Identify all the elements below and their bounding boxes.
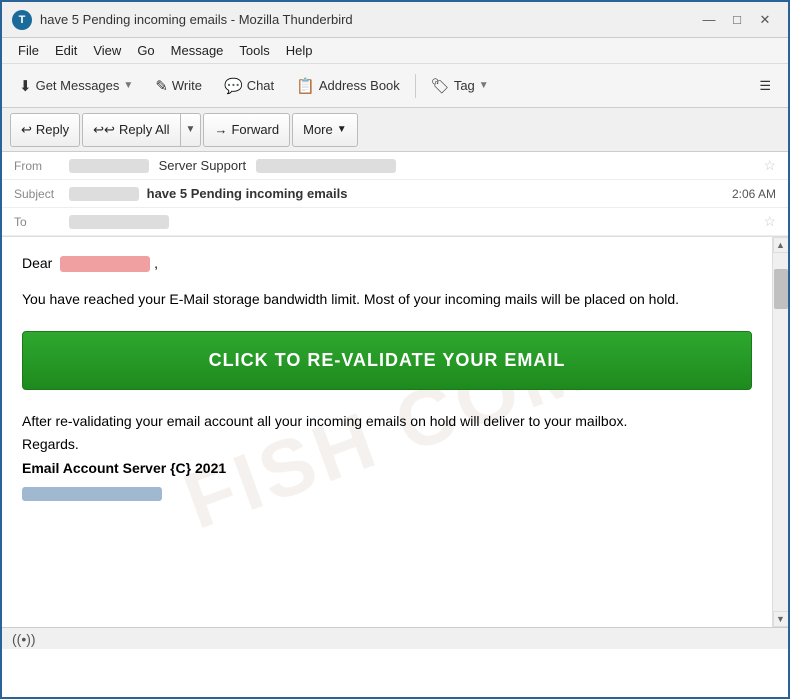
scroll-down-button[interactable]: ▼: [773, 611, 789, 627]
title-bar: T have 5 Pending incoming emails - Mozil…: [2, 2, 788, 38]
dear-line: Dear ,: [22, 255, 752, 272]
action-toolbar: ↩ Reply ↩↩ Reply All ▼ → Forward More ▼: [2, 108, 788, 152]
main-toolbar: ⬇ Get Messages ▼ ✎ Write 💬 Chat 📋 Addres…: [2, 64, 788, 108]
minimize-button[interactable]: —: [696, 9, 722, 31]
sender-name: Email Account Server {C} 2021: [22, 457, 752, 481]
scroll-up-button[interactable]: ▲: [773, 237, 789, 253]
to-label: To: [14, 215, 69, 229]
maximize-button[interactable]: □: [724, 9, 750, 31]
reply-button[interactable]: ↩ Reply: [10, 113, 80, 147]
tag-label: Tag: [454, 78, 475, 93]
get-messages-dropdown-icon[interactable]: ▼: [123, 80, 133, 91]
body-paragraph-1: You have reached your E-Mail storage ban…: [22, 288, 752, 310]
from-value: Server Support: [69, 158, 757, 174]
reply-all-label: Reply All: [119, 122, 170, 137]
hamburger-icon: ☰: [759, 78, 771, 94]
get-messages-icon: ⬇: [19, 77, 32, 95]
dear-text: Dear: [22, 255, 52, 271]
close-button[interactable]: ✕: [752, 9, 778, 31]
address-book-label: Address Book: [319, 78, 400, 93]
email-header: From Server Support ☆ Subject have 5 Pen…: [2, 152, 788, 237]
menu-view[interactable]: View: [85, 40, 129, 61]
to-value: [69, 214, 757, 230]
hamburger-menu-button[interactable]: ☰: [750, 70, 780, 102]
address-book-button[interactable]: 📋 Address Book: [287, 70, 409, 102]
reply-all-dropdown-button[interactable]: ▼: [180, 113, 202, 147]
chat-icon: 💬: [224, 77, 243, 95]
from-name: Server Support: [159, 158, 246, 173]
star-icon[interactable]: ☆: [763, 157, 776, 174]
forward-label: Forward: [231, 122, 279, 137]
email-timestamp: 2:06 AM: [732, 187, 776, 201]
write-button[interactable]: ✎ Write: [146, 70, 211, 102]
from-blurred-address: [256, 159, 396, 173]
from-row: From Server Support ☆: [2, 152, 788, 180]
email-body-content: Dear , You have reached your E-Mail stor…: [22, 255, 752, 501]
body-footer: After re-validating your email account a…: [22, 410, 752, 501]
get-messages-label: Get Messages: [36, 78, 120, 93]
address-book-icon: 📋: [296, 77, 315, 95]
chat-button[interactable]: 💬 Chat: [215, 70, 283, 102]
to-row: To ☆: [2, 208, 788, 236]
tag-dropdown-icon: ▼: [479, 80, 489, 91]
write-icon: ✎: [155, 77, 168, 95]
scrollbar[interactable]: ▲ ▼: [772, 237, 788, 627]
reply-all-dropdown-icon: ▼: [186, 124, 196, 135]
body-paragraph-2: After re-validating your email account a…: [22, 410, 752, 434]
chat-label: Chat: [247, 78, 274, 93]
app-icon: T: [12, 10, 32, 30]
tag-icon: 🏷: [431, 77, 450, 95]
toolbar-separator: [415, 74, 416, 98]
status-icon: ((•)): [12, 631, 36, 647]
menu-edit[interactable]: Edit: [47, 40, 85, 61]
from-blurred-email: [69, 159, 149, 173]
sender-blurred-bar: [22, 487, 162, 501]
subject-text: have 5 Pending incoming emails: [147, 186, 348, 201]
to-star-icon[interactable]: ☆: [763, 213, 776, 230]
email-body-wrapper: FISH COM Dear , You have reached your E-…: [2, 237, 788, 627]
more-button[interactable]: More ▼: [292, 113, 358, 147]
reply-label: Reply: [36, 122, 69, 137]
to-blurred-address: [69, 215, 169, 229]
email-body: FISH COM Dear , You have reached your E-…: [2, 237, 772, 627]
menu-bar: File Edit View Go Message Tools Help: [2, 38, 788, 64]
forward-icon: →: [214, 122, 227, 137]
forward-button[interactable]: → Forward: [203, 113, 290, 147]
subject-blurred-part: [69, 187, 139, 201]
menu-file[interactable]: File: [10, 40, 47, 61]
get-messages-button[interactable]: ⬇ Get Messages ▼: [10, 70, 142, 102]
tag-button[interactable]: 🏷 Tag ▼: [422, 70, 498, 102]
window-controls: — □ ✕: [696, 9, 778, 31]
from-label: From: [14, 159, 69, 173]
menu-message[interactable]: Message: [163, 40, 232, 61]
status-bar: ((•)): [2, 627, 788, 649]
reply-all-icon: ↩↩: [93, 122, 115, 138]
recipient-blurred-name: [60, 256, 150, 272]
regards-text: Regards.: [22, 433, 752, 457]
window-title: have 5 Pending incoming emails - Mozilla…: [40, 12, 353, 27]
write-label: Write: [172, 78, 202, 93]
menu-go[interactable]: Go: [129, 40, 162, 61]
reply-icon: ↩: [21, 122, 32, 138]
more-dropdown-icon: ▼: [337, 124, 347, 135]
reply-all-button[interactable]: ↩↩ Reply All: [82, 113, 179, 147]
reply-all-split-button: ↩↩ Reply All ▼: [82, 113, 201, 147]
subject-row: Subject have 5 Pending incoming emails 2…: [2, 180, 788, 208]
scroll-thumb[interactable]: [774, 269, 788, 309]
menu-tools[interactable]: Tools: [231, 40, 277, 61]
cta-button[interactable]: CLICK TO RE-VALIDATE YOUR EMAIL: [22, 331, 752, 390]
menu-help[interactable]: Help: [278, 40, 321, 61]
subject-value: have 5 Pending incoming emails: [69, 186, 732, 202]
more-label: More: [303, 122, 333, 137]
subject-label: Subject: [14, 187, 69, 201]
